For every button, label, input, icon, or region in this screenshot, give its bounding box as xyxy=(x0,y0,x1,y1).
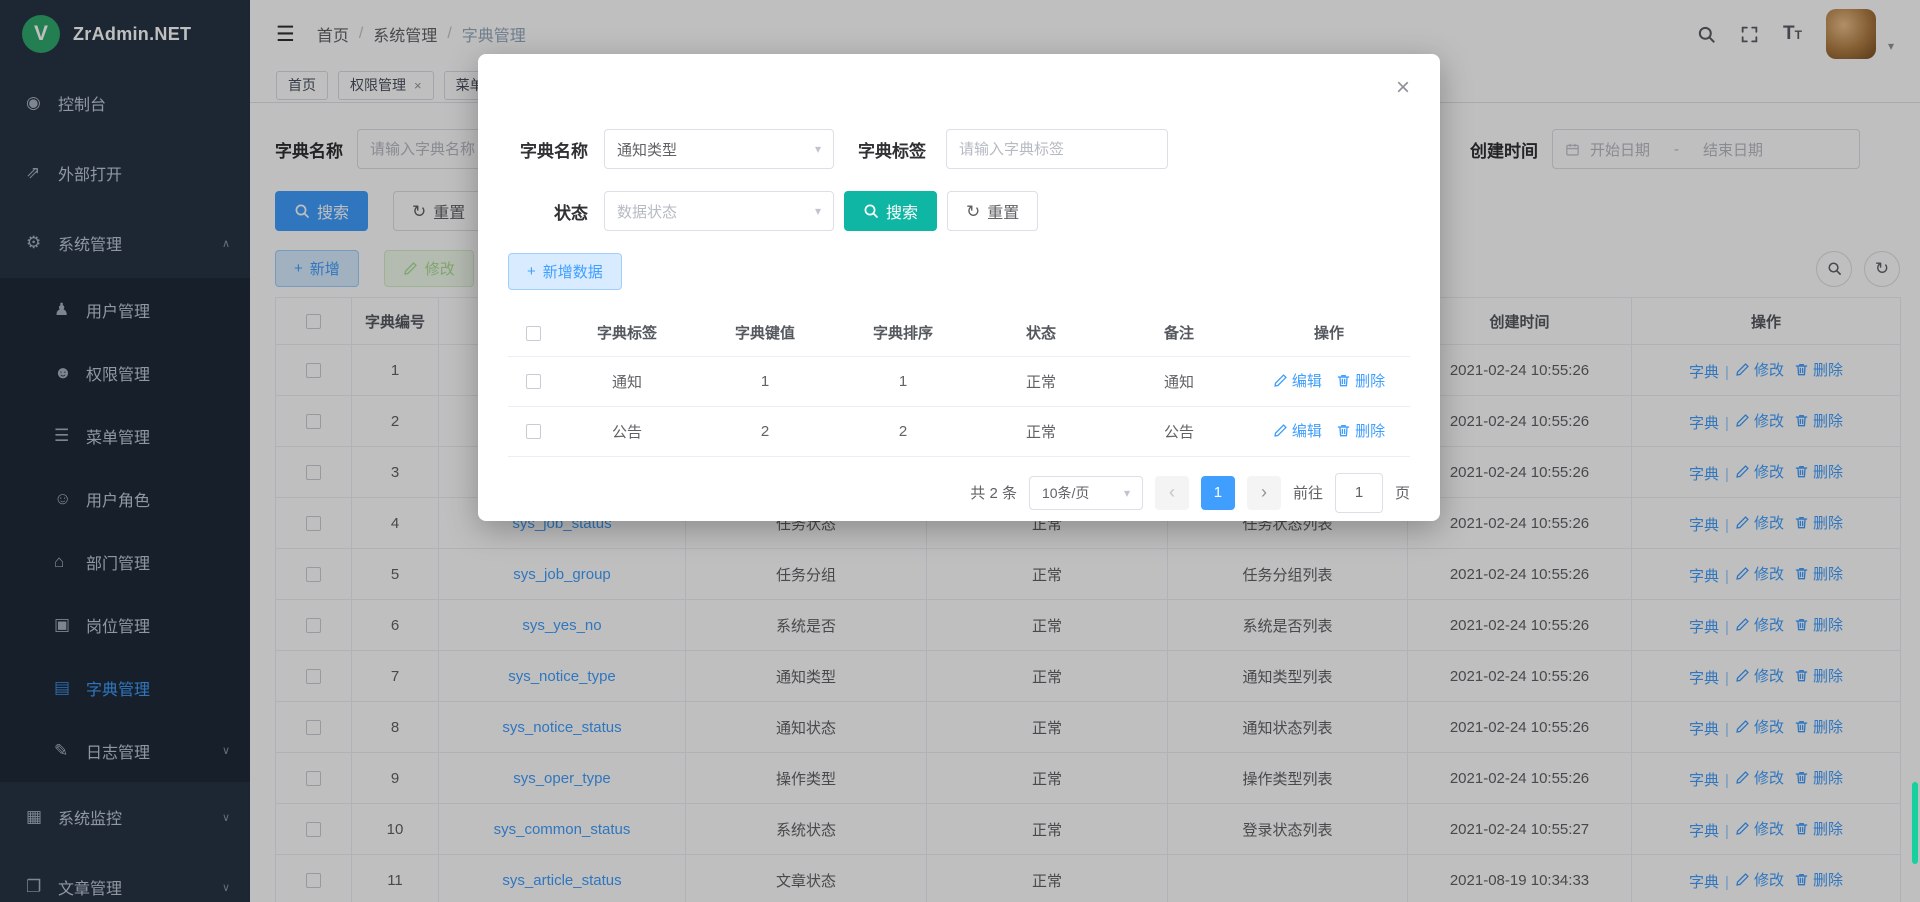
dict-name-select[interactable]: 通知类型 ▾ xyxy=(604,129,834,169)
cell-dict-sort: 1 xyxy=(834,356,972,406)
cell-dict-label: 公告 xyxy=(558,406,696,456)
page-scrollbar-thumb[interactable] xyxy=(1912,782,1918,864)
modal-toolbar: + 新增数据 xyxy=(508,253,1410,290)
modal-filter-row-2: 状态 数据状态 ▾ 搜索 ↻ 重置 xyxy=(508,191,1410,231)
page-unit-label: 页 xyxy=(1395,482,1410,503)
trash-icon xyxy=(1336,423,1351,438)
page-size-value: 10条/页 xyxy=(1042,483,1089,503)
cell-dict-label: 通知 xyxy=(558,356,696,406)
col-status: 状态 xyxy=(972,310,1110,356)
plus-icon: + xyxy=(527,263,536,280)
col-dict-value: 字典键值 xyxy=(696,310,834,356)
dict-data-table: 字典标签 字典键值 字典排序 状态 备注 操作 通知 1 1 正常 通知 编辑 xyxy=(508,310,1410,457)
pagination: 共 2 条 10条/页 ▾ ‹ 1 › 前往 页 xyxy=(508,473,1410,513)
modal-search-button[interactable]: 搜索 xyxy=(844,191,937,231)
goto-label: 前往 xyxy=(1293,482,1323,503)
search-icon xyxy=(863,203,879,219)
select-all-checkbox[interactable] xyxy=(526,326,541,341)
edit-icon xyxy=(1273,373,1288,388)
trash-icon xyxy=(1336,373,1351,388)
modal-table-header-row: 字典标签 字典键值 字典排序 状态 备注 操作 xyxy=(508,310,1410,356)
delete-row-link[interactable]: 删除 xyxy=(1336,420,1385,441)
col-remark: 备注 xyxy=(1110,310,1248,356)
edit-row-link[interactable]: 编辑 xyxy=(1273,420,1322,441)
chevron-down-icon: ▾ xyxy=(1124,486,1130,500)
cell-dict-sort: 2 xyxy=(834,406,972,456)
delete-row-link[interactable]: 删除 xyxy=(1336,370,1385,391)
cell-actions: 编辑 删除 xyxy=(1248,356,1410,406)
cell-status: 正常 xyxy=(972,406,1110,456)
cell-remark: 通知 xyxy=(1110,356,1248,406)
modal-status-label: 状态 xyxy=(508,199,588,224)
close-icon[interactable]: × xyxy=(1396,76,1410,100)
chevron-down-icon: ▾ xyxy=(815,204,821,218)
cell-actions: 编辑 删除 xyxy=(1248,406,1410,456)
page-size-select[interactable]: 10条/页 ▾ xyxy=(1029,476,1143,510)
row-checkbox[interactable] xyxy=(526,374,541,389)
dict-label-input[interactable] xyxy=(946,129,1168,169)
cell-status: 正常 xyxy=(972,356,1110,406)
dict-data-dialog: × 字典名称 通知类型 ▾ 字典标签 状态 数据状态 ▾ 搜索 ↻ 重置 + 新… xyxy=(478,54,1440,521)
cell-remark: 公告 xyxy=(1110,406,1248,456)
table-row: 公告 2 2 正常 公告 编辑 删除 xyxy=(508,406,1410,456)
header-checkbox-cell xyxy=(508,310,558,356)
cell-dict-value: 1 xyxy=(696,356,834,406)
edit-row-link[interactable]: 编辑 xyxy=(1273,370,1322,391)
pagination-total: 共 2 条 xyxy=(970,482,1017,503)
status-placeholder: 数据状态 xyxy=(617,201,677,222)
col-dict-label: 字典标签 xyxy=(558,310,696,356)
modal-table-body: 通知 1 1 正常 通知 编辑 删除 公告 2 2 正常 xyxy=(508,356,1410,456)
goto-page-input[interactable] xyxy=(1335,473,1383,513)
row-checkbox[interactable] xyxy=(526,424,541,439)
add-data-button[interactable]: + 新增数据 xyxy=(508,253,622,290)
chevron-down-icon: ▾ xyxy=(815,142,821,156)
edit-icon xyxy=(1273,423,1288,438)
prev-page-button[interactable]: ‹ xyxy=(1155,476,1189,510)
modal-dict-name-label: 字典名称 xyxy=(508,137,588,162)
status-select[interactable]: 数据状态 ▾ xyxy=(604,191,834,231)
col-actions: 操作 xyxy=(1248,310,1410,356)
current-page-button[interactable]: 1 xyxy=(1201,476,1235,510)
modal-dict-label-label: 字典标签 xyxy=(838,137,926,162)
next-page-button[interactable]: › xyxy=(1247,476,1281,510)
dict-name-selected-value: 通知类型 xyxy=(617,139,677,160)
modal-reset-button[interactable]: ↻ 重置 xyxy=(947,191,1038,231)
col-dict-sort: 字典排序 xyxy=(834,310,972,356)
refresh-icon: ↻ xyxy=(966,203,980,220)
table-row: 通知 1 1 正常 通知 编辑 删除 xyxy=(508,356,1410,406)
cell-dict-value: 2 xyxy=(696,406,834,456)
modal-filter-row-1: 字典名称 通知类型 ▾ 字典标签 xyxy=(508,54,1410,169)
